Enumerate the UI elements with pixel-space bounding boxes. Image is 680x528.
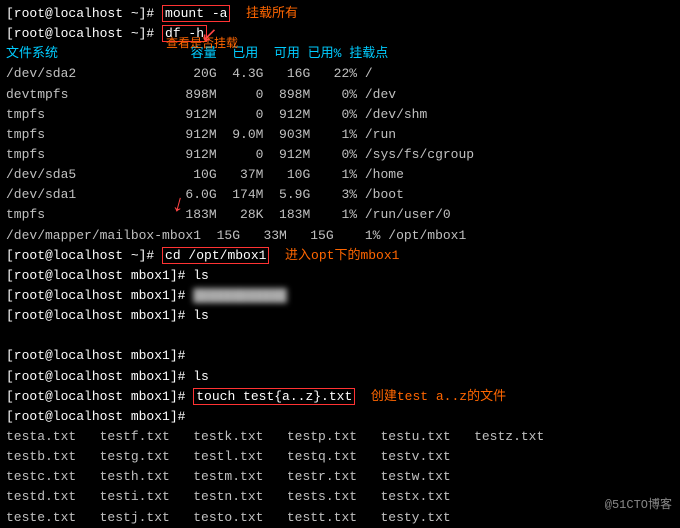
arrow-icon: ↙ xyxy=(201,22,218,48)
prompt-ls2: [root@localhost mbox1]# xyxy=(6,306,193,326)
cmd-ls3: ls xyxy=(193,367,209,387)
line-files-1: testa.txt testf.txt testk.txt testp.txt … xyxy=(6,427,674,447)
line-ls-2: [root@localhost mbox1]# ls xyxy=(6,306,674,326)
line-df-7: /dev/sda1 6.0G 174M 5.9G 3% /boot xyxy=(6,185,674,205)
line-ls-3: [root@localhost mbox1]# ls xyxy=(6,367,674,387)
annotation-cd: 进入opt下的mbox1 xyxy=(269,246,399,266)
prompt-1: [root@localhost ~]# xyxy=(6,4,162,24)
line-cd: [root@localhost ~]# cd /opt/mbox1 进入opt下… xyxy=(6,246,674,266)
line-df-5: tmpfs 912M 0 912M 0% /sys/fs/cgroup xyxy=(6,145,674,165)
cmd-touch: touch test{a..z}.txt xyxy=(193,387,355,407)
line-mount: [root@localhost ~]# mount -a 挂载所有 xyxy=(6,4,674,24)
prompt-b1: [root@localhost mbox1]# xyxy=(6,286,193,306)
prompt-touch: [root@localhost mbox1]# xyxy=(6,387,193,407)
watermark: @51CTO博客 xyxy=(605,495,672,512)
line-touch: [root@localhost mbox1]# touch test{a..z}… xyxy=(6,387,674,407)
cmd-ls2: ls xyxy=(193,306,209,326)
line-ls-1: [root@localhost mbox1]# ls xyxy=(6,266,674,286)
prompt-2: [root@localhost ~]# xyxy=(6,24,162,44)
line-df-3: tmpfs 912M 0 912M 0% /dev/shm xyxy=(6,105,674,125)
line-files-3: testc.txt testh.txt testm.txt testr.txt … xyxy=(6,467,674,487)
line-df-8: tmpfs 183M 28K 183M 1% /run/user/0 ↓ xyxy=(6,205,674,225)
line-files-2: testb.txt testg.txt testl.txt testq.txt … xyxy=(6,447,674,467)
prompt-cd: [root@localhost ~]# xyxy=(6,246,162,266)
line-after-touch: [root@localhost mbox1]# xyxy=(6,407,674,427)
prompt-after: [root@localhost mbox1]# xyxy=(6,407,193,427)
line-df-4: tmpfs 912M 9.0M 903M 1% /run xyxy=(6,125,674,145)
cmd-mount: mount -a xyxy=(162,4,230,24)
line-df-9: /dev/mapper/mailbox-mbox1 15G 33M 15G 1%… xyxy=(6,226,674,246)
line-blank2: [root@localhost mbox1]# xyxy=(6,346,674,366)
line-df-2: devtmpfs 898M 0 898M 0% /dev xyxy=(6,85,674,105)
annotation-mount: 挂载所有 xyxy=(230,4,298,24)
line-df: [root@localhost ~]# df -h xyxy=(6,24,674,44)
prompt-ls3: [root@localhost mbox1]# xyxy=(6,367,193,387)
prompt-b2: [root@localhost mbox1]# xyxy=(6,346,193,366)
line-df-header: 文件系统 容量 已用 可用 已用% 挂载点 xyxy=(6,44,674,64)
line-blank xyxy=(6,326,674,346)
annotation-touch: 创建test a..z的文件 xyxy=(355,387,506,407)
line-df-1: /dev/sda2 20G 4.3G 16G 22% / xyxy=(6,64,674,84)
line-files-4: testd.txt testi.txt testn.txt tests.txt … xyxy=(6,487,674,507)
cmd-ls1: ls xyxy=(193,266,209,286)
prompt-ls1: [root@localhost mbox1]# xyxy=(6,266,193,286)
terminal-window: [root@localhost ~]# mount -a 挂载所有 [root@… xyxy=(0,0,680,518)
line-ls-blurred1: [root@localhost mbox1]# ████████████ xyxy=(6,286,674,306)
cmd-cd: cd /opt/mbox1 xyxy=(162,246,269,266)
line-df-6: /dev/sda5 10G 37M 10G 1% /home xyxy=(6,165,674,185)
